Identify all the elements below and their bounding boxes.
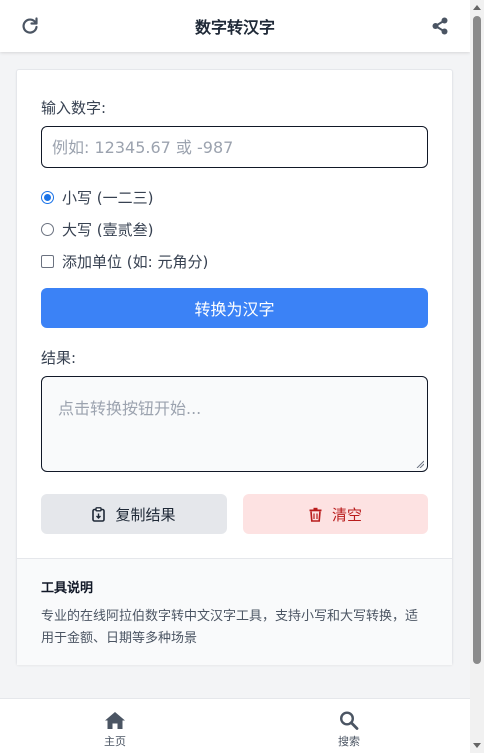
app-frame: 数字转汉字 输入数字: 小写 (一二三) 大写 (壹贰叁) 添加单位 (如: 元… xyxy=(0,0,484,753)
clear-button[interactable]: 清空 xyxy=(243,494,428,534)
nav-home-label: 主页 xyxy=(104,735,126,748)
nav-search-label: 搜索 xyxy=(338,735,360,748)
scroll-up-icon[interactable] xyxy=(473,5,481,10)
description-text: 专业的在线阿拉伯数字转中文汉字工具，支持小写和大写转换，适用于金额、日期等多种场… xyxy=(41,609,419,646)
bottom-nav: 主页 搜索 xyxy=(0,698,470,753)
uppercase-radio[interactable] xyxy=(41,223,54,236)
nav-search[interactable]: 搜索 xyxy=(338,711,360,749)
clipboard-icon xyxy=(92,506,106,522)
uppercase-label: 大写 (壹贰叁) xyxy=(62,221,154,239)
lowercase-radio[interactable] xyxy=(41,191,54,204)
input-label: 输入数字: xyxy=(41,99,107,117)
copy-label: 复制结果 xyxy=(115,505,176,524)
page-title: 数字转汉字 xyxy=(194,18,275,37)
clear-label: 清空 xyxy=(331,505,362,524)
result-label: 结果: xyxy=(41,349,77,367)
scroll-down-icon[interactable] xyxy=(473,743,481,748)
home-icon xyxy=(105,712,125,729)
result-placeholder: 点击转换按钮开始... xyxy=(58,399,202,418)
description-title: 工具说明 xyxy=(41,581,94,596)
copy-button[interactable]: 复制结果 xyxy=(41,494,227,534)
convert-button[interactable]: 转换为汉字 xyxy=(41,288,428,328)
converter-card: 输入数字: 小写 (一二三) 大写 (壹贰叁) 添加单位 (如: 元角分) 转换… xyxy=(16,69,453,665)
tool-description: 工具说明 专业的在线阿拉伯数字转中文汉字工具，支持小写和大写转换，适用于金额、日… xyxy=(17,558,452,665)
result-area[interactable]: 点击转换按钮开始... xyxy=(41,376,428,472)
uppercase-option[interactable]: 大写 (壹贰叁) xyxy=(41,219,153,240)
share-icon[interactable] xyxy=(431,16,449,36)
refresh-icon[interactable] xyxy=(20,16,40,36)
number-input[interactable] xyxy=(41,126,428,168)
scroll-thumb[interactable] xyxy=(473,16,481,664)
top-bar: 数字转汉字 xyxy=(0,0,470,52)
nav-home[interactable]: 主页 xyxy=(104,711,126,749)
resize-grip-icon[interactable] xyxy=(416,460,424,468)
lowercase-label: 小写 (一二三) xyxy=(62,189,154,207)
add-unit-label: 添加单位 (如: 元角分) xyxy=(62,253,209,271)
add-unit-option[interactable]: 添加单位 (如: 元角分) xyxy=(41,251,208,272)
trash-icon xyxy=(309,507,322,522)
scrollbar[interactable] xyxy=(470,0,484,753)
search-icon xyxy=(339,711,359,730)
add-unit-checkbox[interactable] xyxy=(41,255,54,268)
lowercase-option[interactable]: 小写 (一二三) xyxy=(41,187,153,208)
